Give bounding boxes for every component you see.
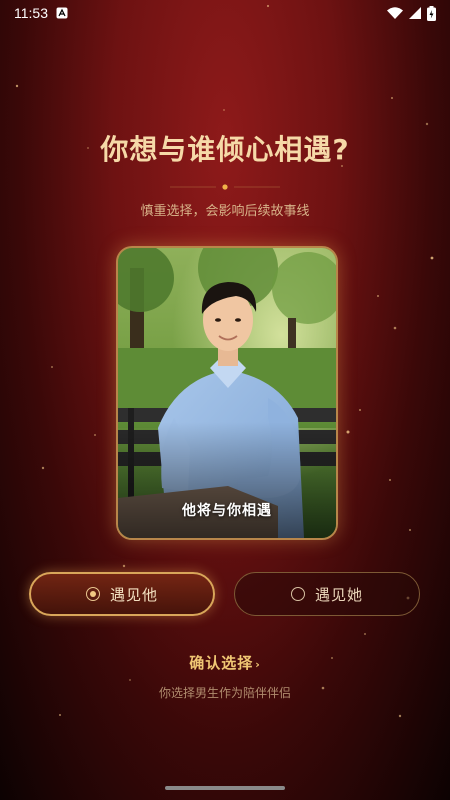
status-time: 11:53 xyxy=(14,5,48,21)
page-subtitle: 慎重选择，会影响后续故事线 xyxy=(140,204,310,219)
meet-him-button[interactable]: 遇见他 xyxy=(29,572,215,616)
confirm-label: 确认选择 xyxy=(189,654,254,672)
radio-unselected-icon xyxy=(290,587,305,601)
meet-him-label: 遇见他 xyxy=(109,585,158,604)
status-bar: 11:53 xyxy=(0,0,450,26)
page-title: 你想与谁倾心相遇? xyxy=(100,133,350,166)
character-photo-card[interactable]: 他将与你相遇 xyxy=(116,246,338,540)
confirm-selection-button[interactable]: 确认选择 › xyxy=(0,652,450,673)
character-portrait-image xyxy=(118,248,336,538)
meet-her-label: 遇见她 xyxy=(314,585,363,604)
photo-caption: 他将与你相遇 xyxy=(182,503,272,519)
radio-selected-icon xyxy=(85,587,100,601)
home-indicator[interactable] xyxy=(165,786,285,790)
selection-hint: 你选择男生作为陪伴伴侣 xyxy=(158,686,291,700)
title-divider xyxy=(170,184,280,190)
battery-charging-icon xyxy=(427,5,436,21)
signal-icon xyxy=(409,7,421,19)
wifi-icon xyxy=(387,7,403,19)
chevron-right-icon: › xyxy=(255,658,261,671)
notification-a-icon xyxy=(56,7,68,19)
meet-her-button[interactable]: 遇见她 xyxy=(234,572,420,616)
